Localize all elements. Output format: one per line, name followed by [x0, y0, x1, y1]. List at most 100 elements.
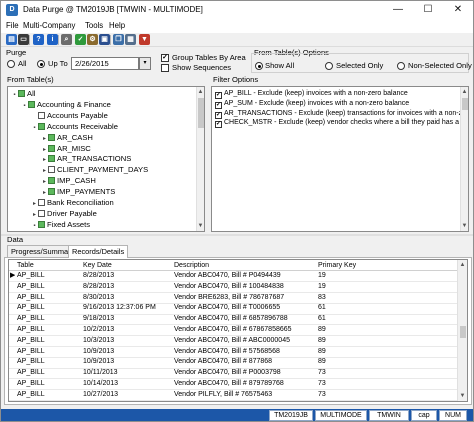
- filter-option-item[interactable]: ✓ AP_SUM - Exclude (keep) invoices with a…: [215, 99, 409, 109]
- tree-item-checkbox[interactable]: [28, 100, 35, 108]
- tree-scrollbar[interactable]: ▲ ▼: [196, 87, 204, 231]
- tree-item[interactable]: ▸ IMP_CASH: [41, 176, 96, 187]
- tree-item-checkbox[interactable]: [48, 133, 55, 141]
- show-sequences-checkbox[interactable]: [161, 64, 169, 72]
- tree-item[interactable]: ▸ CLIENT_PAYMENT_DAYS: [41, 165, 148, 176]
- records-grid[interactable]: Table Key Date Description Primary Key ▶…: [8, 259, 468, 402]
- table-row[interactable]: AP_BILL 8/30/2013 Vendor BRE6283, Bill # 7…: [9, 293, 457, 304]
- scroll-down-icon[interactable]: ▼: [458, 391, 467, 401]
- close-button[interactable]: ✕: [443, 1, 473, 19]
- table-row[interactable]: ▶ AP_BILL 8/28/2013 Vendor ABC0470, Bill # …: [9, 271, 457, 283]
- scroll-up-icon[interactable]: ▲: [197, 87, 204, 97]
- table-row[interactable]: AP_BILL 9/16/2013 12:37:06 PM Vendor ABC04…: [9, 303, 457, 315]
- purge-upto-label[interactable]: Up To: [48, 59, 68, 69]
- grid-scroll-thumb[interactable]: [460, 326, 466, 338]
- tree-item-checkbox[interactable]: [48, 155, 55, 163]
- tree-item-checkbox[interactable]: [38, 199, 45, 206]
- title-bar[interactable]: D Data Purge @ TM2019JB [TMWIN - MULTIMO…: [1, 1, 473, 19]
- menu-help[interactable]: Help: [109, 20, 125, 32]
- expand-icon[interactable]: ▪: [31, 123, 38, 134]
- tree-item[interactable]: ▸ Driver Payable: [31, 209, 97, 220]
- table-row[interactable]: AP_BILL 8/28/2013 Vendor ABC0470, Bill # 1…: [9, 282, 457, 294]
- tree-item-checkbox[interactable]: [18, 90, 25, 97]
- menu-multi-company[interactable]: Multi-Company: [23, 20, 75, 32]
- tree-item[interactable]: ▪ Accounts Receivable: [31, 122, 118, 133]
- filter-option-checkbox[interactable]: ✓: [215, 121, 222, 129]
- calendar-dropdown-icon[interactable]: ▾: [139, 57, 151, 70]
- minimize-button[interactable]: —: [383, 1, 413, 19]
- column-header-description[interactable]: Description: [174, 260, 209, 271]
- tree-item[interactable]: ▪ All: [11, 89, 35, 100]
- purge-icon[interactable]: ▤: [6, 34, 17, 45]
- scroll-up-icon[interactable]: ▲: [458, 260, 467, 270]
- tree-item-checkbox[interactable]: [48, 166, 55, 174]
- table-row[interactable]: AP_BILL 10/27/2013 Vendor PILFLY, Bill # 7…: [9, 390, 457, 401]
- table-row[interactable]: AP_BILL 10/3/2013 Vendor ABC0470, Bill # A…: [9, 336, 457, 348]
- purge-all-label[interactable]: All: [18, 59, 26, 69]
- selected-only-radio[interactable]: [325, 62, 333, 70]
- table-row[interactable]: AP_BILL 10/11/2013 Vendor ABC0470, Bill # …: [9, 368, 457, 380]
- column-header-key-date[interactable]: Key Date: [83, 260, 112, 271]
- filter-option-item[interactable]: ✓ AR_TRANSACTIONS - Exclude (keep) transa…: [215, 109, 468, 119]
- report-icon[interactable]: ▦: [125, 34, 136, 45]
- maximize-button[interactable]: ☐: [413, 1, 443, 19]
- non-selected-only-label[interactable]: Non-Selected Only: [408, 61, 472, 71]
- filter-icon[interactable]: ▼: [139, 34, 150, 45]
- check-icon[interactable]: ✓: [75, 34, 86, 45]
- help-icon[interactable]: ?: [33, 34, 44, 45]
- expand-icon[interactable]: ▪: [31, 221, 38, 231]
- show-all-label[interactable]: Show All: [265, 61, 294, 71]
- from-tables-tree[interactable]: ▪ All ▪ Accounting & Finance Accounts Payabl…: [7, 86, 205, 232]
- table-row[interactable]: AP_BILL 10/14/2013 Vendor ABC0470, Bill # …: [9, 379, 457, 391]
- tree-item-checkbox[interactable]: [38, 220, 45, 228]
- scroll-down-icon[interactable]: ▼: [197, 221, 204, 231]
- tree-item[interactable]: ▸ AR_MISC: [41, 144, 91, 155]
- expand-icon[interactable]: ▪: [21, 101, 28, 112]
- copy-icon[interactable]: ❐: [113, 34, 124, 45]
- tree-item[interactable]: ▪ Accounting & Finance: [21, 100, 110, 112]
- menu-file[interactable]: File: [6, 20, 19, 32]
- purge-date-input[interactable]: 2/26/2015: [71, 57, 139, 70]
- menu-tools[interactable]: Tools: [85, 20, 103, 32]
- table-row[interactable]: AP_BILL 10/9/2013 Vendor ABC0470, Bill # 8…: [9, 357, 457, 369]
- tree-scroll-thumb[interactable]: [198, 98, 204, 128]
- table-row[interactable]: AP_BILL 9/18/2013 Vendor ABC0470, Bill # 6…: [9, 314, 457, 326]
- tab-records-details[interactable]: Records/Details: [68, 245, 129, 258]
- filter-option-item[interactable]: ✓ CHECK_MSTR - Exclude (keep) vendor chec…: [215, 118, 468, 129]
- non-selected-only-radio[interactable]: [397, 62, 405, 70]
- scroll-down-icon[interactable]: ▼: [461, 221, 468, 231]
- group-tables-label[interactable]: Group Tables By Area: [172, 53, 246, 63]
- tree-item[interactable]: ▪ Fixed Assets: [31, 220, 90, 231]
- tree-item-checkbox[interactable]: [48, 144, 55, 152]
- tree-item[interactable]: Accounts Payable: [31, 111, 108, 122]
- filter-option-item[interactable]: ✓ AP_BILL - Exclude (keep) invoices with …: [215, 89, 408, 99]
- tree-item[interactable]: ▸ IMP_PAYMENTS: [41, 187, 115, 198]
- filter-options-list[interactable]: ✓ AP_BILL - Exclude (keep) invoices with …: [211, 86, 469, 232]
- show-sequences-label[interactable]: Show Sequences: [172, 63, 231, 73]
- tree-item-checkbox[interactable]: [38, 122, 45, 130]
- purge-all-radio[interactable]: [7, 60, 15, 68]
- filter-scroll-thumb[interactable]: [462, 98, 468, 110]
- tree-item-checkbox[interactable]: [48, 177, 55, 185]
- tree-item[interactable]: ▸ AR_CASH: [41, 133, 93, 144]
- expand-icon[interactable]: ▪: [11, 90, 18, 101]
- save-icon[interactable]: ▣: [99, 34, 110, 45]
- gear-icon[interactable]: ⚙: [87, 34, 98, 45]
- tree-item[interactable]: ▸ AR_TRANSACTIONS: [41, 154, 131, 165]
- column-header-table[interactable]: Table: [17, 260, 34, 271]
- table-row[interactable]: AP_BILL 10/2/2013 Vendor ABC0470, Bill # 6…: [9, 325, 457, 337]
- selected-only-label[interactable]: Selected Only: [336, 61, 383, 71]
- tree-item-checkbox[interactable]: [38, 209, 45, 217]
- search-icon[interactable]: ⌕: [61, 34, 72, 45]
- filter-scrollbar[interactable]: ▲ ▼: [460, 87, 468, 231]
- column-header-primary-key[interactable]: Primary Key: [318, 260, 356, 271]
- tree-item-checkbox[interactable]: [48, 188, 55, 196]
- grid-scrollbar[interactable]: ▲ ▼: [457, 260, 467, 401]
- group-tables-checkbox[interactable]: ✓: [161, 54, 169, 62]
- show-all-radio[interactable]: [255, 62, 263, 70]
- splitter[interactable]: [1, 234, 473, 236]
- scroll-up-icon[interactable]: ▲: [461, 87, 468, 97]
- info-icon[interactable]: i: [47, 34, 58, 45]
- table-row[interactable]: AP_BILL 10/9/2013 Vendor ABC0470, Bill # 5…: [9, 347, 457, 358]
- tree-item-checkbox[interactable]: [38, 111, 45, 119]
